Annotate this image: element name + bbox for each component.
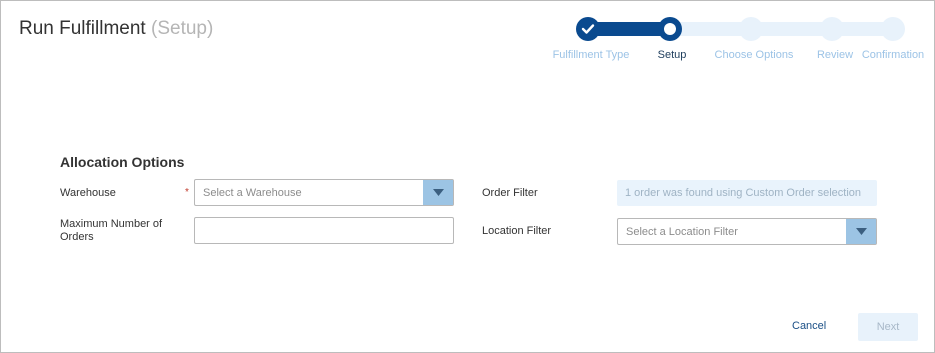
location-filter-placeholder: Select a Location Filter [626,225,738,238]
warehouse-dropdown-button[interactable] [423,180,453,205]
required-indicator: * [185,187,189,198]
step-marker-review [820,17,844,41]
location-filter-label: Location Filter [482,225,552,237]
page-title-step: (Setup) [151,18,214,39]
section-title: Allocation Options [60,154,185,170]
step-marker-confirmation [881,17,905,41]
order-filter-value: 1 order was found using Custom Order sel… [617,180,877,206]
next-button[interactable]: Next [858,313,918,341]
warehouse-select[interactable]: Select a Warehouse [194,179,454,206]
chevron-down-icon [432,189,444,196]
step-label-confirmation: Confirmation [861,49,925,61]
order-filter-label: Order Filter [482,187,538,199]
location-filter-select[interactable]: Select a Location Filter [617,218,877,245]
step-label-choose-options: Choose Options [714,49,794,61]
max-orders-input[interactable] [194,217,454,244]
step-marker-setup[interactable] [658,17,682,41]
chevron-down-icon [855,228,867,235]
cancel-button[interactable]: Cancel [792,320,826,332]
dialog-frame: Run Fulfillment (Setup) Fulfillment Type… [0,0,935,353]
location-filter-dropdown-button[interactable] [846,219,876,244]
check-icon [581,24,595,34]
step-label-setup: Setup [657,49,687,61]
page-title: Run Fulfillment (Setup) [19,18,213,40]
step-marker-choose-options [739,17,763,41]
max-orders-label: Maximum Number of Orders [60,218,163,243]
page-title-main: Run Fulfillment [19,18,146,39]
warehouse-select-placeholder: Select a Warehouse [203,186,302,199]
warehouse-label: Warehouse [60,187,116,199]
step-label-review: Review [816,49,854,61]
wizard-stepper: Fulfillment Type Setup Choose Options Re… [541,15,935,65]
step-label-fulfillment-type[interactable]: Fulfillment Type [553,49,630,61]
step-marker-fulfillment-type[interactable] [576,17,600,41]
